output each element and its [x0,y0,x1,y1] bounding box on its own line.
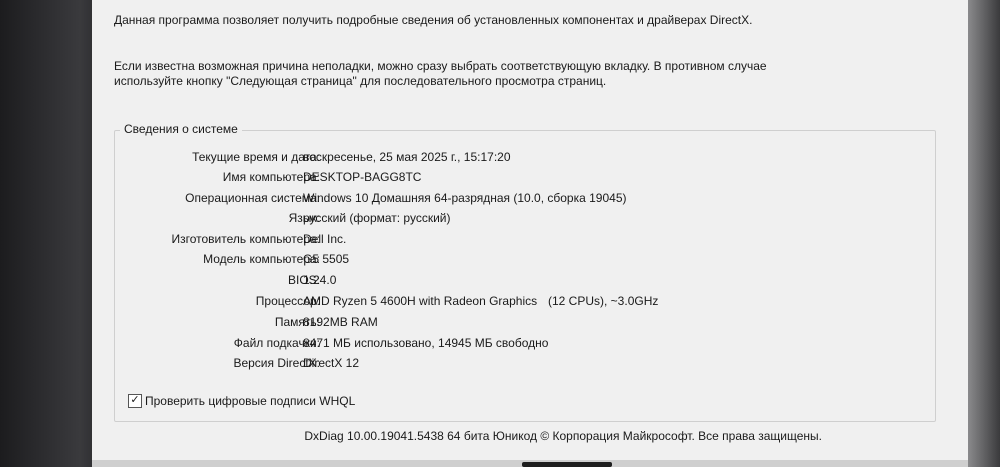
copyright-footer: DxDiag 10.00.19041.5438 64 бита Юникод ©… [304,429,822,443]
info-label: Текущие время и дата: [192,150,320,164]
bottom-edge-shadow [522,462,612,467]
info-row-memory: Память: 8192MB RAM [114,312,934,332]
info-row-bios: BIOS: 1.24.0 [114,270,934,290]
info-row-pagefile: Файл подкачки: 8471 МБ использовано, 149… [114,333,934,353]
info-value: DirectX 12 [303,356,360,370]
info-value: 8471 МБ использовано, 14945 МБ свободно [303,336,549,350]
info-value: G5 5505 [303,252,350,266]
info-value: русский (формат: русский) [303,211,451,225]
info-row-processor: Процессор: AMD Ryzen 5 4600H with Radeon… [114,291,934,311]
whql-checkbox-label[interactable]: Проверить цифровые подписи WHQL [145,394,355,408]
info-row-manufacturer: Изготовитель компьютера: Dell Inc. [114,229,934,249]
info-row-model: Модель компьютера: G5 5505 [114,249,934,269]
dxdiag-system-tab: Данная программа позволяет получить подр… [92,0,968,467]
whql-checkbox[interactable]: ✓ [128,393,142,408]
info-value: 1.24.0 [303,273,337,287]
info-value: 8192MB RAM [303,315,378,329]
intro-text: Данная программа позволяет получить подр… [114,13,753,27]
info-row-language: Язык: русский (формат: русский) [114,208,934,228]
info-row-os: Операционная система: Windows 10 Домашня… [114,188,934,208]
info-value: Windows 10 Домашняя 64-разрядная (10.0, … [303,191,627,205]
info-row-datetime: Текущие время и дата: воскресенье, 25 ма… [114,147,934,167]
info-label: Изготовитель компьютера: [171,232,321,246]
help-text: Если известна возможная причина неполадк… [114,59,767,88]
bottom-edge [92,460,968,467]
info-value: AMD Ryzen 5 4600H with Radeon Graphics [303,294,538,308]
monitor-bezel [968,0,1000,467]
system-info-title: Сведения о системе [120,122,242,136]
whql-checkbox-row[interactable]: ✓ Проверить цифровые подписи WHQL [128,393,355,409]
info-label: Операционная система: [185,191,320,205]
info-value: DESKTOP-BAGG8TC [303,170,422,184]
info-row-computer-name: Имя компьютера: DESKTOP-BAGG8TC [114,167,934,187]
info-value: воскресенье, 25 мая 2025 г., 15:17:20 [303,150,511,164]
info-value: Dell Inc. [303,232,347,246]
info-value-extra: (12 CPUs), ~3.0GHz [548,294,659,308]
info-row-directx: Версия DirectX: DirectX 12 [114,353,934,373]
